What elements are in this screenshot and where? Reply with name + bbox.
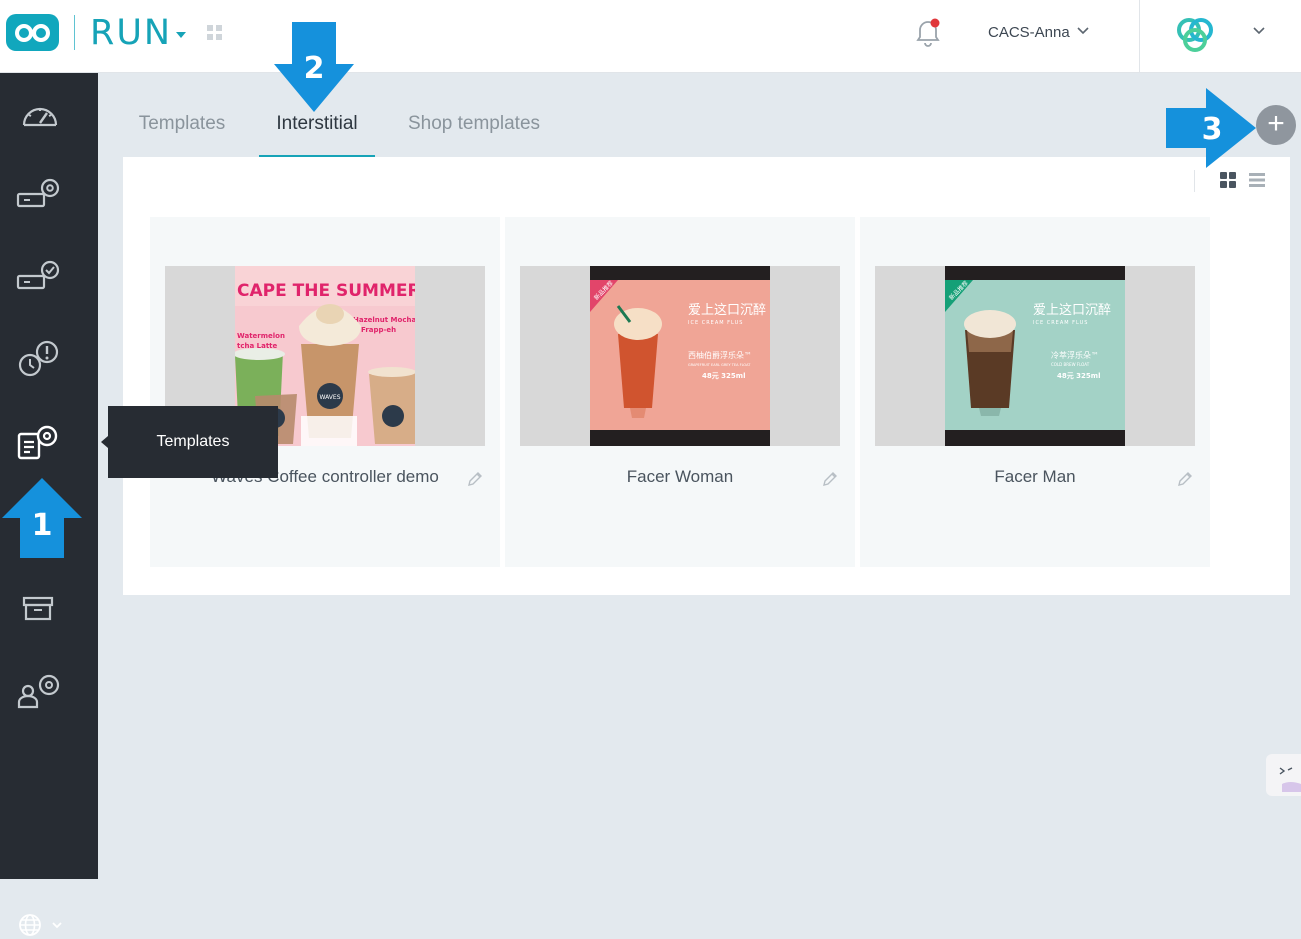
chat-face-icon [1279, 767, 1301, 792]
tab-templates[interactable]: Templates [123, 100, 241, 155]
infinity-icon [15, 24, 50, 42]
view-toggle-divider [1194, 170, 1195, 192]
svg-text:Hazelnut Mocha: Hazelnut Mocha [353, 316, 415, 324]
templates-panel: CAPE THE SUMMER H Hazelnut Mocha Frapp-e… [123, 157, 1290, 595]
user-name[interactable]: CACS-Anna [988, 24, 1070, 41]
chevron-down-icon[interactable] [1253, 27, 1265, 35]
brand-logo[interactable] [6, 14, 59, 51]
device-settings-icon [16, 178, 60, 208]
svg-text:ICE CREAM FLUS: ICE CREAM FLUS [688, 320, 743, 326]
archive-icon [22, 596, 54, 621]
caret-down-icon[interactable] [176, 32, 186, 38]
sidebar-tooltip: Templates [101, 406, 278, 478]
svg-text:Watermelon: Watermelon [237, 332, 285, 340]
svg-text:GRAPEFRUIT EARL GREY TEA FLOAT: GRAPEFRUIT EARL GREY TEA FLOAT [688, 363, 751, 367]
template-thumbnail[interactable]: 新品推荐 爱上这口沉醉 ICE CREAM FLUS 西柚伯爵浮乐朵™ GRAP… [520, 266, 840, 446]
sidebar-item-alerts[interactable] [16, 339, 64, 379]
edit-pencil-icon[interactable] [821, 470, 839, 488]
user-settings-icon [17, 674, 60, 709]
svg-text:爱上这口沉醉: 爱上这口沉醉 [688, 302, 766, 318]
dashboard-icon [22, 107, 58, 127]
svg-text:COLD BREW FLOAT: COLD BREW FLOAT [1051, 362, 1090, 367]
svg-text:WAVES: WAVES [319, 394, 340, 401]
annotation-arrow-2: 2 [274, 22, 354, 112]
alert-icon [18, 340, 59, 377]
sidebar-item-device-check[interactable] [16, 258, 64, 298]
sidebar-item-dashboard[interactable] [16, 97, 64, 137]
cold-brew-float-image: 新品推荐 爱上这口沉醉 ICE CREAM FLUS 冷萃浮乐朵™ COLD B… [945, 266, 1125, 446]
chevron-down-icon[interactable] [1077, 27, 1089, 35]
template-name: Facer Man [994, 467, 1076, 486]
edit-pencil-icon[interactable] [1176, 470, 1194, 488]
chat-widget[interactable] [1266, 754, 1301, 796]
top-bar: RUN CACS-Anna [0, 0, 1301, 73]
template-thumbnail[interactable]: 新品推荐 爱上这口沉醉 ICE CREAM FLUS 冷萃浮乐朵™ COLD B… [875, 266, 1195, 446]
grid-view-icon[interactable] [1220, 172, 1236, 188]
sidebar-item-archive[interactable] [16, 590, 64, 630]
logo-divider [74, 15, 75, 50]
add-template-button[interactable]: + [1256, 105, 1296, 145]
svg-text:3: 3 [1202, 112, 1223, 147]
svg-text:48元 325ml: 48元 325ml [702, 372, 745, 380]
svg-text:2: 2 [304, 51, 325, 86]
templates-icon [17, 425, 58, 460]
globe-icon[interactable] [18, 913, 62, 939]
app-name[interactable]: RUN [90, 13, 172, 53]
svg-text:爱上这口沉醉: 爱上这口沉醉 [1033, 302, 1111, 318]
sidebar-item-templates[interactable] [16, 422, 64, 462]
apps-grid-icon[interactable] [207, 25, 223, 41]
annotation-arrow-1: 1 [2, 478, 82, 558]
list-view-icon[interactable] [1249, 172, 1265, 188]
svg-text:Frapp-eh: Frapp-eh [361, 326, 396, 334]
template-card[interactable]: 新品推荐 爱上这口沉醉 ICE CREAM FLUS 冷萃浮乐朵™ COLD B… [860, 217, 1210, 567]
header-divider [1139, 0, 1140, 73]
svg-text:CAPE THE SUMMER H: CAPE THE SUMMER H [237, 281, 415, 301]
edit-pencil-icon[interactable] [466, 470, 484, 488]
template-name: Facer Woman [626, 467, 734, 486]
svg-text:48元 325ml: 48元 325ml [1057, 372, 1100, 380]
template-card[interactable]: 新品推荐 爱上这口沉醉 ICE CREAM FLUS 西柚伯爵浮乐朵™ GRAP… [505, 217, 855, 567]
device-check-icon [16, 260, 60, 290]
notification-bell-icon[interactable] [914, 18, 942, 48]
svg-text:西柚伯爵浮乐朵™: 西柚伯爵浮乐朵™ [688, 350, 752, 360]
sidebar [0, 73, 98, 936]
sidebar-item-device-settings[interactable] [16, 176, 64, 216]
svg-text:ICE CREAM FLUS: ICE CREAM FLUS [1033, 320, 1088, 326]
sidebar-item-user-settings[interactable] [16, 671, 64, 711]
grapefruit-float-image: 新品推荐 爱上这口沉醉 ICE CREAM FLUS 西柚伯爵浮乐朵™ GRAP… [590, 266, 770, 446]
tab-shop-templates[interactable]: Shop templates [393, 100, 555, 155]
svg-text:1: 1 [32, 508, 53, 543]
org-logo-icon[interactable] [1171, 14, 1221, 54]
annotation-arrow-3: 3 [1166, 88, 1256, 168]
template-card[interactable]: CAPE THE SUMMER H Hazelnut Mocha Frapp-e… [150, 217, 500, 567]
svg-text:冷萃浮乐朵™: 冷萃浮乐朵™ [1051, 350, 1099, 360]
